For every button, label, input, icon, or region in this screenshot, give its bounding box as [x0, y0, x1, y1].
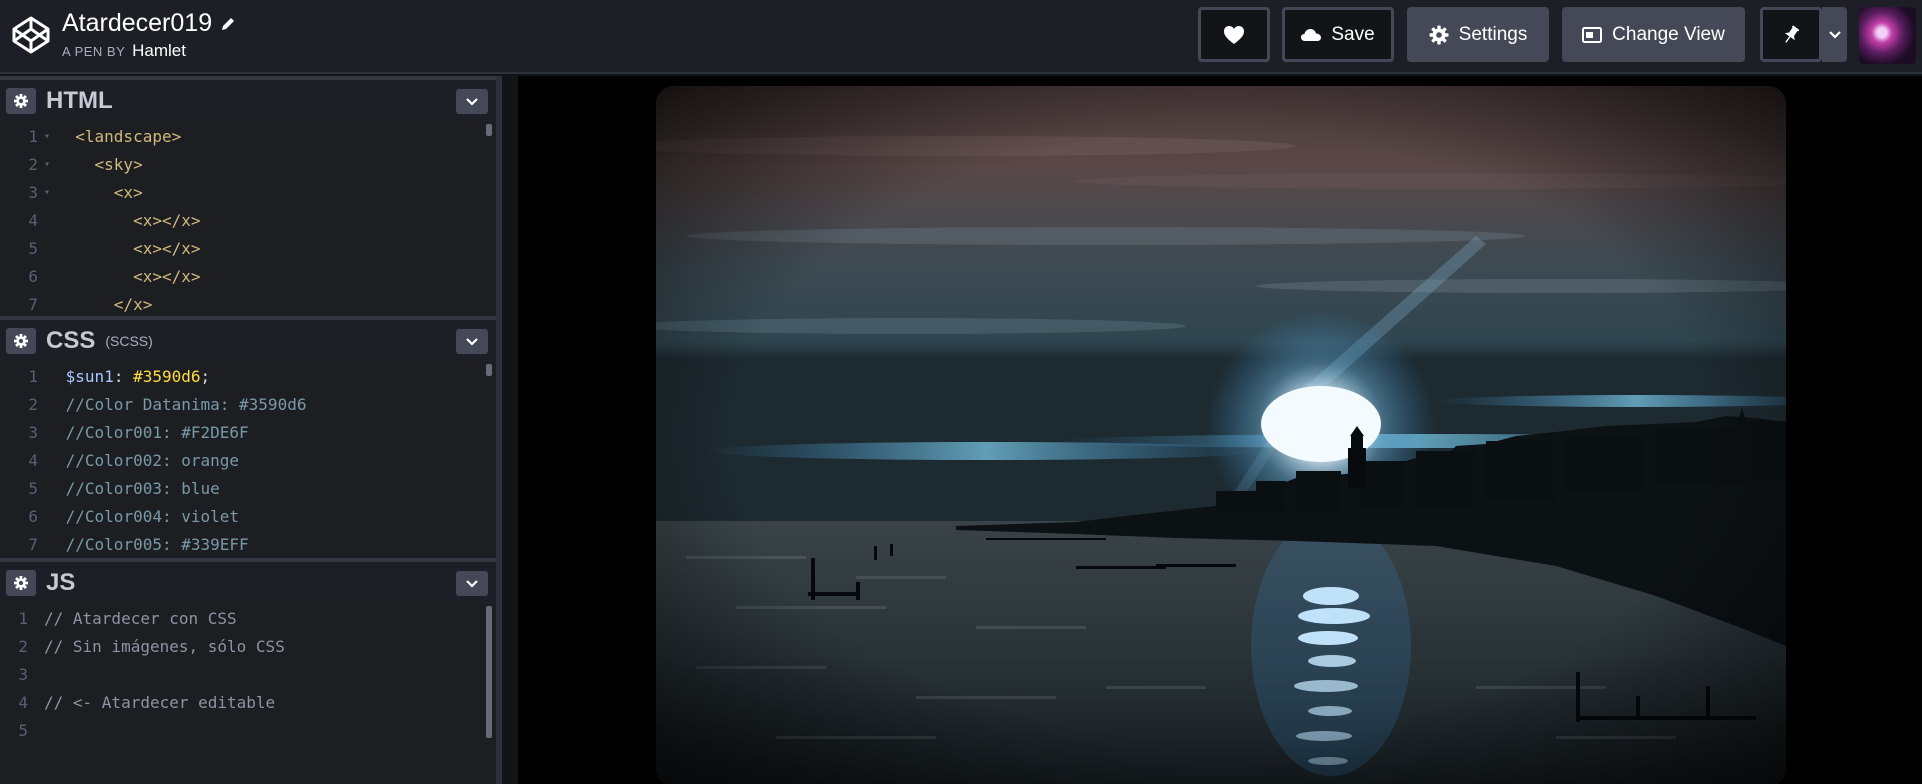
css-collapse-button[interactable] [456, 329, 488, 354]
pen-header: Atardecer019 A PEN BY Hamlet Save Settin… [0, 0, 1922, 74]
code-line: 5 [18, 721, 28, 740]
code-line: 4// <- Atardecer editable [18, 693, 276, 712]
html-editor-panel: HTML 1 ▾ <landscape> 2 ▾ <sky> 3 ▾ <x> 4 <x… [0, 76, 496, 316]
pen-title[interactable]: Atardecer019 [62, 9, 236, 38]
css-panel-title: CSS [46, 326, 96, 354]
pin-icon [1784, 25, 1800, 43]
pin-button[interactable] [1760, 7, 1822, 62]
code-line: 1 ▾ <landscape> [28, 127, 182, 146]
code-line: 3 //Color001: #F2DE6F [28, 423, 249, 442]
html-settings-button[interactable] [6, 87, 36, 114]
sunset-scene [656, 86, 1786, 784]
pen-byline: A PEN BY Hamlet [62, 41, 236, 61]
cloud-icon [1301, 28, 1322, 41]
chevron-down-icon [1828, 30, 1841, 39]
code-line: 1// Atardecer con CSS [18, 609, 237, 628]
chevron-down-icon [466, 580, 478, 588]
js-panel-title: JS [46, 568, 76, 596]
code-line: 1 $sun1: #3590d6; [28, 367, 211, 386]
js-editor-panel: JS 1// Atardecer con CSS 2// Sin imágene… [0, 558, 496, 784]
author-link[interactable]: Hamlet [132, 41, 186, 60]
js-settings-button[interactable] [6, 569, 36, 596]
save-label: Save [1331, 23, 1375, 45]
gear-icon [14, 93, 28, 108]
pencil-icon[interactable] [220, 16, 236, 32]
html-collapse-button[interactable] [456, 89, 488, 114]
code-line: 2// Sin imágenes, sólo CSS [18, 637, 285, 656]
css-panel-header: CSS (SCSS) [0, 316, 496, 361]
code-line: 3 ▾ <x> [28, 183, 143, 202]
pen-title-block: Atardecer019 A PEN BY Hamlet [62, 9, 236, 61]
sunset-artwork [656, 86, 1786, 784]
pen-title-text[interactable]: Atardecer019 [62, 9, 212, 38]
html-code-area[interactable]: 1 ▾ <landscape> 2 ▾ <sky> 3 ▾ <x> 4 <x></x>… [0, 123, 496, 316]
js-scrollbar[interactable] [486, 606, 492, 738]
css-scrollbar[interactable] [486, 364, 492, 376]
html-panel-title: HTML [46, 86, 113, 114]
gear-icon [1429, 25, 1449, 44]
html-panel-header: HTML [0, 76, 496, 121]
code-line: 5 <x></x> [28, 239, 201, 258]
gear-icon [14, 333, 28, 348]
code-line: 6 <x></x> [28, 267, 201, 286]
code-line: 4 <x></x> [28, 211, 201, 230]
js-panel-header: JS [0, 558, 496, 603]
byline-prefix: A PEN BY [62, 44, 126, 59]
js-code-area[interactable]: 1// Atardecer con CSS 2// Sin imágenes, … [0, 605, 496, 784]
code-line: 6 //Color004: violet [28, 507, 240, 526]
result-preview[interactable] [518, 76, 1922, 784]
css-code-area[interactable]: 1 $sun1: #3590d6; 2 //Color Datanima: #3… [0, 363, 496, 558]
chevron-down-icon [466, 98, 478, 106]
html-scrollbar[interactable] [486, 124, 492, 136]
heart-icon [1224, 25, 1244, 44]
love-button[interactable] [1198, 7, 1270, 62]
change-view-button[interactable]: Change View [1562, 7, 1745, 62]
js-collapse-button[interactable] [456, 571, 488, 596]
css-preprocessor-label: (SCSS) [105, 332, 153, 349]
column-resize-handle[interactable] [496, 76, 502, 784]
css-editor-panel: CSS (SCSS) 1 $sun1: #3590d6; 2 //Color D… [0, 316, 496, 558]
code-line: 4 //Color002: orange [28, 451, 240, 470]
editor-column: HTML 1 ▾ <landscape> 2 ▾ <sky> 3 ▾ <x> 4 <x… [0, 76, 502, 784]
layout-icon [1582, 26, 1603, 43]
codepen-logo-icon[interactable] [11, 15, 51, 55]
code-line: 7 //Color005: #339EFF [28, 535, 249, 554]
settings-button[interactable]: Settings [1407, 7, 1549, 62]
code-line: 3 [18, 665, 28, 684]
chevron-down-icon [466, 338, 478, 346]
change-view-label: Change View [1612, 23, 1725, 45]
css-settings-button[interactable] [6, 327, 36, 354]
code-line: 2 //Color Datanima: #3590d6 [28, 395, 307, 414]
save-button[interactable]: Save [1282, 7, 1394, 62]
code-line: 2 ▾ <sky> [28, 155, 143, 174]
gear-icon [14, 575, 28, 590]
code-line: 7 </x> [28, 295, 153, 314]
pin-dropdown-button[interactable] [1822, 7, 1847, 62]
code-line: 5 //Color003: blue [28, 479, 220, 498]
user-avatar[interactable] [1859, 7, 1916, 64]
settings-label: Settings [1458, 23, 1528, 45]
